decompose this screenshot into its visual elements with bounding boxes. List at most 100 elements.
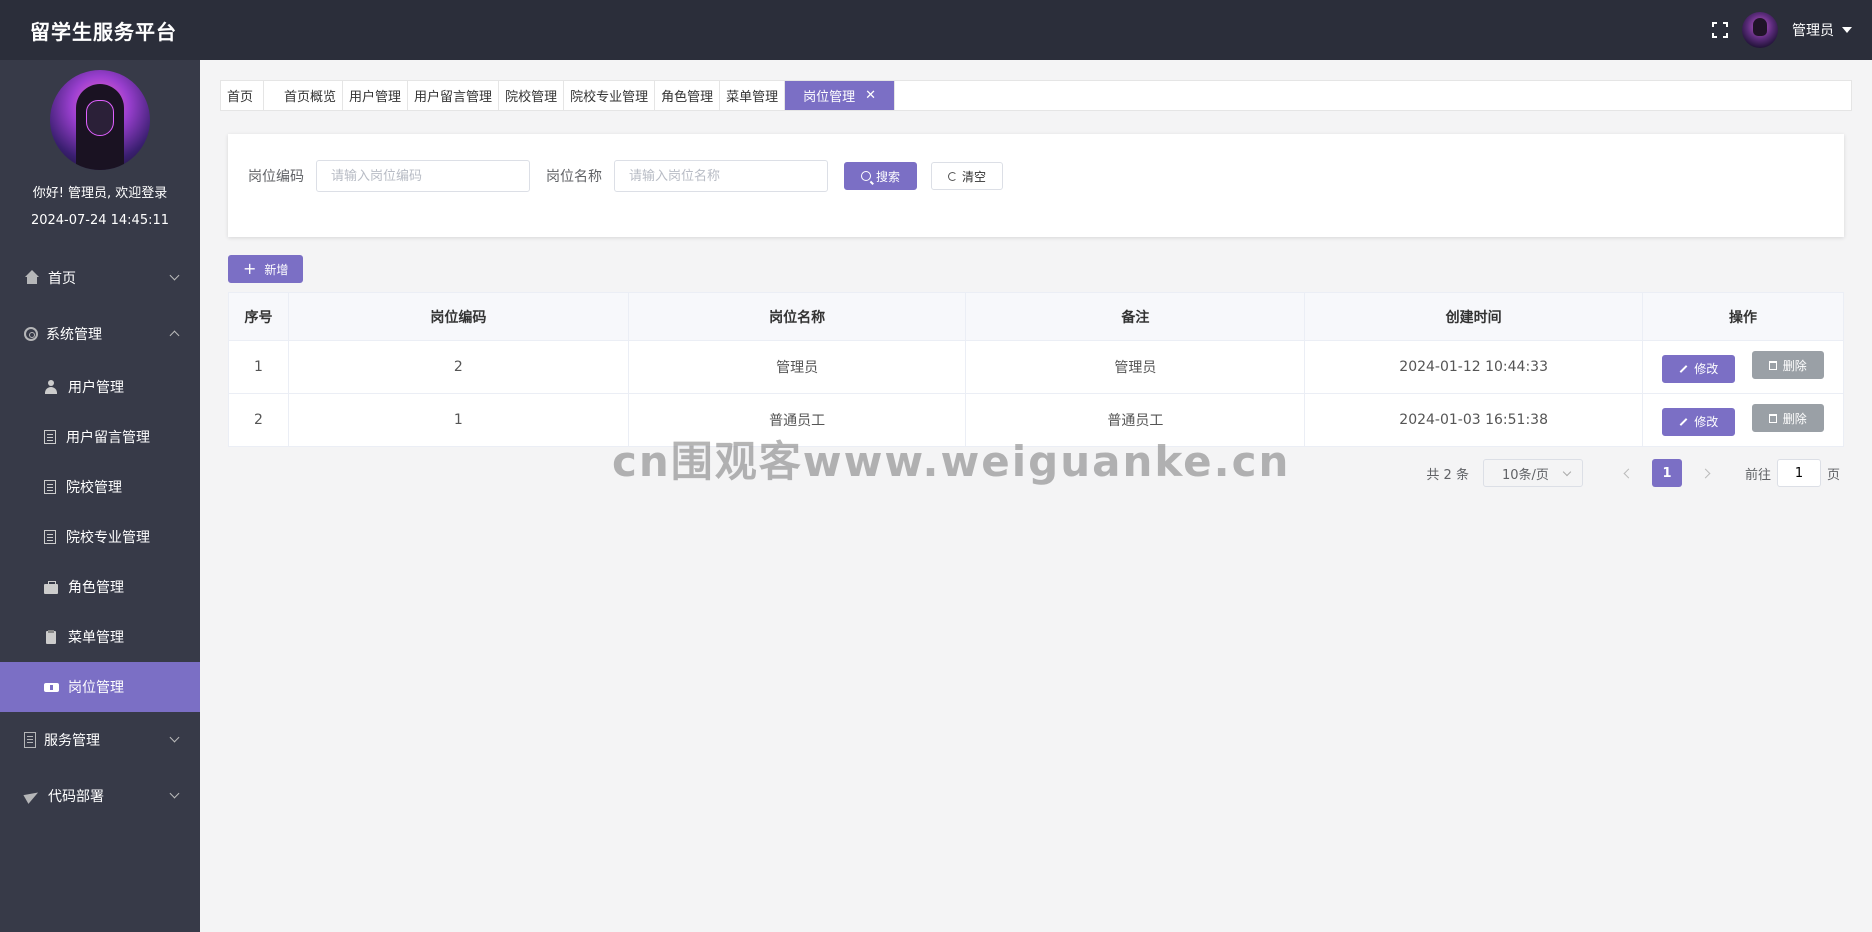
username: 管理员 [1792, 23, 1834, 39]
sidebar-item-home[interactable]: 首页 [0, 250, 200, 306]
login-time: 2024-07-24 14:45:11 [30, 213, 170, 228]
search-button-label: 搜索 [876, 169, 901, 184]
column-header: 备注 [965, 292, 1306, 341]
search-form: 岗位编码 岗位名称 搜索 清空 [248, 160, 1004, 192]
column-header: 岗位编码 [287, 292, 629, 341]
delete-button-label: 删除 [1782, 358, 1807, 373]
user-dropdown[interactable]: 管理员 [1792, 20, 1852, 40]
page-number-current[interactable]: 1 [1651, 459, 1682, 487]
table-header-row: 序号 岗位编码 岗位名称 备注 创建时间 操作 [228, 292, 1844, 341]
profile-panel: 你好! 管理员, 欢迎登录 2024-07-24 14:45:11 [0, 60, 200, 250]
delete-button[interactable]: 删除 [1751, 351, 1824, 380]
paper-plane-icon [24, 788, 40, 804]
chevron-up-icon [169, 330, 180, 341]
table-cell: 2024-01-12 10:44:33 [1304, 340, 1644, 394]
sidebar-item-users[interactable]: 用户管理 [0, 362, 200, 412]
table-cell: 2 [287, 340, 629, 394]
page-suffix: 页 [1826, 467, 1840, 483]
document-icon [44, 530, 56, 544]
welcome-text: 你好! 管理员, 欢迎登录 [32, 186, 168, 201]
close-icon[interactable]: ✕ [865, 88, 876, 103]
tab-messages[interactable]: 用户留言管理 [408, 81, 500, 110]
page-size-select[interactable]: 10条/页 [1482, 459, 1583, 487]
post-code-label: 岗位编码 [248, 169, 304, 185]
chevron-down-icon [169, 270, 180, 281]
column-header: 岗位名称 [627, 292, 967, 341]
posts-table: 序号 岗位编码 岗位名称 备注 创建时间 操作 1 2 管理员 管理员 2024… [228, 292, 1844, 447]
chevron-down-icon [1562, 467, 1572, 476]
trash-icon [1768, 360, 1777, 370]
tab-roles[interactable]: 角色管理 [655, 81, 721, 110]
plus-icon: + [243, 259, 257, 278]
tab-schools[interactable]: 院校管理 [499, 81, 565, 110]
chevron-left-icon[interactable] [1623, 468, 1634, 478]
table-row: 1 2 管理员 管理员 2024-01-12 10:44:33 修改 删除 [228, 340, 1844, 394]
action-cell: 修改 删除 [1642, 393, 1844, 447]
sidebar-item-roles[interactable]: 角色管理 [0, 562, 200, 612]
edit-button[interactable]: 修改 [1662, 354, 1736, 383]
document-icon [44, 430, 56, 444]
total-count: 共 2 条 [1426, 467, 1469, 483]
table-cell: 1 [228, 340, 289, 394]
sidebar-item-label: 服务管理 [44, 733, 100, 749]
sidebar-item-majors[interactable]: 院校专业管理 [0, 512, 200, 562]
tab-label: 岗位管理 [803, 90, 856, 105]
edit-icon [1679, 364, 1688, 373]
sidebar-item-label: 代码部署 [48, 789, 104, 805]
table-cell: 2 [228, 393, 289, 447]
clear-button[interactable]: 清空 [931, 162, 1004, 190]
home-icon [24, 270, 40, 286]
edit-button[interactable]: 修改 [1662, 407, 1736, 436]
sidebar-item-label: 角色管理 [68, 580, 124, 596]
column-header: 创建时间 [1304, 292, 1644, 341]
add-button-label: 新增 [264, 262, 289, 277]
caret-down-icon [1842, 27, 1852, 33]
tab-posts[interactable]: 岗位管理 ✕ [785, 81, 896, 110]
post-name-input[interactable] [614, 160, 828, 192]
document-icon [44, 480, 56, 494]
tab-users[interactable]: 用户管理 [343, 81, 409, 110]
search-icon [861, 171, 871, 181]
goto-page-input[interactable] [1776, 459, 1821, 487]
sidebar-item-posts[interactable]: 岗位管理 [0, 662, 200, 712]
sidebar-item-service[interactable]: 服务管理 [0, 712, 200, 768]
chevron-down-icon [169, 788, 180, 799]
table-cell: 2024-01-03 16:51:38 [1304, 393, 1644, 447]
user-icon [44, 380, 58, 394]
edit-icon [1679, 417, 1688, 426]
tab-menus[interactable]: 菜单管理 [720, 81, 786, 110]
ticket-icon [44, 680, 59, 694]
briefcase-icon [44, 580, 58, 594]
sidebar-item-schools[interactable]: 院校管理 [0, 462, 200, 512]
sidebar-item-label: 院校管理 [66, 480, 122, 496]
search-button[interactable]: 搜索 [844, 162, 918, 190]
tab-majors[interactable]: 院校专业管理 [564, 81, 656, 110]
brand-title: 留学生服务平台 [30, 19, 177, 44]
chevron-right-icon[interactable] [1700, 468, 1711, 478]
add-button[interactable]: + 新增 [228, 255, 304, 283]
header-right: 管理员 [1712, 12, 1852, 48]
watermark: cn围观客www.weiguanke.cn [612, 437, 1291, 486]
sidebar-item-label: 用户管理 [68, 380, 124, 396]
main-content: 首页 首页概览 用户管理 用户留言管理 院校管理 院校专业管理 角色管理 菜单管… [200, 60, 1872, 932]
column-header: 序号 [228, 292, 289, 341]
gear-icon [24, 327, 38, 341]
tab-overview[interactable]: 首页概览 [264, 81, 344, 110]
sidebar-item-deploy[interactable]: 代码部署 [0, 768, 200, 824]
sidebar-item-label: 系统管理 [46, 327, 102, 343]
sidebar-item-menus[interactable]: 菜单管理 [0, 612, 200, 662]
sidebar: 你好! 管理员, 欢迎登录 2024-07-24 14:45:11 首页 系统管… [0, 60, 200, 932]
sidebar-item-messages[interactable]: 用户留言管理 [0, 412, 200, 462]
fullscreen-icon[interactable] [1712, 22, 1728, 38]
post-code-input[interactable] [316, 160, 530, 192]
tab-bar: 首页 首页概览 用户管理 用户留言管理 院校管理 院校专业管理 角色管理 菜单管… [220, 80, 1852, 111]
sidebar-item-system[interactable]: 系统管理 [0, 306, 200, 362]
edit-button-label: 修改 [1694, 362, 1719, 377]
edit-button-label: 修改 [1694, 415, 1719, 430]
tab-home[interactable]: 首页 [221, 81, 265, 110]
page-size-value: 10条/页 [1501, 467, 1549, 483]
search-panel: 岗位编码 岗位名称 搜索 清空 [228, 134, 1844, 237]
avatar[interactable] [1742, 12, 1778, 48]
delete-button[interactable]: 删除 [1751, 404, 1824, 433]
post-name-label: 岗位名称 [546, 169, 602, 185]
